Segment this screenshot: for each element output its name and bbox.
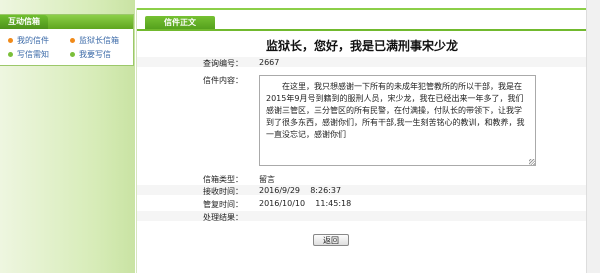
back-button[interactable]: 返回: [313, 234, 349, 246]
sidebar-item-my-letters[interactable]: 我的信件: [8, 35, 49, 46]
receive-value: 2016/9/29 8:26:37: [259, 186, 342, 195]
bullet-icon: [8, 38, 13, 43]
sidebar-item-warden-mailbox[interactable]: 监狱长信箱: [70, 35, 119, 46]
type-value: 留言: [259, 175, 275, 184]
bullet-icon: [8, 52, 13, 57]
content-label: 信件内容：: [203, 76, 243, 85]
content-textarea[interactable]: 在这里，我只想感谢一下所有的未成年犯管教所的所以干部，我是在2015年9月号到籍…: [259, 75, 536, 166]
sidebar-item-label: 我要写信: [79, 50, 111, 59]
top-divider: [137, 8, 587, 10]
main-content: 信件正文 监狱长，您好，我是已满刑事宋少龙 查询编号： 2667 信件内容： 在…: [136, 8, 587, 273]
sidebar-panel: 互动信箱 我的信件 监狱长信箱 写信需知 我要写信: [0, 14, 134, 66]
sidebar-item-label: 写信需知: [17, 50, 49, 59]
query-no-label: 查询编号：: [203, 59, 243, 68]
sidebar-title: 互动信箱: [0, 15, 48, 29]
letter-title: 监狱长，您好，我是已满刑事宋少龙: [265, 39, 458, 53]
receive-label: 接收时间：: [203, 187, 243, 196]
tab-bar: 信件正文: [137, 16, 587, 31]
sidebar-item-label: 监狱长信箱: [79, 36, 119, 45]
result-label: 处理结果：: [203, 213, 243, 222]
manage-value: 2016/10/10 11:45:18: [259, 199, 352, 208]
query-no-value: 2667: [259, 58, 280, 67]
type-label: 信箱类型：: [203, 175, 243, 184]
bullet-icon: [70, 52, 75, 57]
sidebar-header: 互动信箱: [0, 15, 133, 29]
manage-label: 管复时间：: [203, 200, 243, 209]
sidebar-item-write-letter[interactable]: 我要写信: [70, 49, 111, 60]
vertical-scrollbar[interactable]: [586, 0, 600, 273]
tab-letter-body[interactable]: 信件正文: [145, 16, 215, 29]
sidebar-item-label: 我的信件: [17, 36, 49, 45]
resize-grip-icon[interactable]: [529, 159, 535, 165]
sidebar-item-writing-notice[interactable]: 写信需知: [8, 49, 49, 60]
bullet-icon: [70, 38, 75, 43]
